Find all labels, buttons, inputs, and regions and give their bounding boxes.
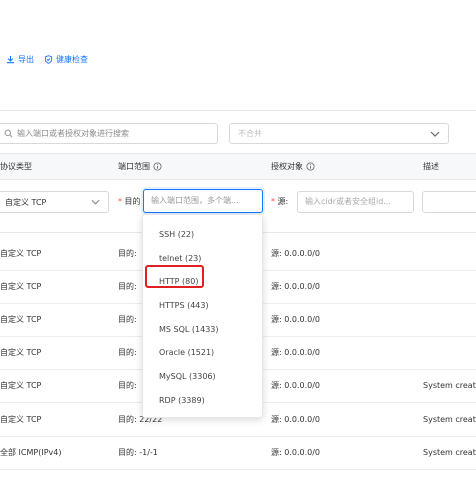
- auth-cell: 源: 0.0.0.0/0: [271, 249, 321, 258]
- header-protocol-label: 协议类型: [0, 162, 32, 171]
- protocol-select[interactable]: 自定义 TCP: [0, 191, 109, 213]
- source-label: * 源:: [271, 197, 289, 206]
- info-icon[interactable]: [306, 162, 315, 171]
- protocol-cell: 自定义 TCP: [0, 348, 42, 357]
- port-cell: 目的:: [118, 348, 137, 357]
- chevron-down-icon: [91, 199, 100, 205]
- search-icon: [4, 129, 13, 138]
- health-check-button[interactable]: 健康检查: [44, 54, 88, 65]
- auth-cell: 源: 0.0.0.0/0: [271, 448, 321, 457]
- protocol-cell: 全部 ICMP(IPv4): [0, 448, 62, 457]
- highlight-annotation: [145, 265, 204, 288]
- port-cell: 目的: -1/-1: [118, 448, 158, 457]
- port-cell: 目的:: [118, 381, 137, 390]
- port-dropdown: SSH (22) telnet (23) HTTP (80) HTTPS (44…: [142, 214, 263, 418]
- health-check-label: 健康检查: [56, 54, 88, 64]
- header-desc-label: 描述: [423, 162, 439, 171]
- auth-cell: 源: 0.0.0.0/0: [271, 315, 321, 324]
- port-cell: 目的:: [118, 315, 137, 324]
- toolbar: 导出 健康检查: [0, 52, 88, 66]
- search-input[interactable]: 输入端口或者授权对象进行搜索: [0, 123, 218, 144]
- info-icon[interactable]: [153, 162, 162, 171]
- protocol-select-value: 自定义 TCP: [5, 197, 47, 207]
- dropdown-item[interactable]: Oracle (1521): [143, 341, 262, 365]
- merge-select[interactable]: 不合并: [229, 123, 449, 144]
- header-auth-label: 授权对象: [271, 162, 303, 171]
- header-auth: 授权对象: [271, 154, 315, 179]
- desc-cell: System create: [423, 415, 476, 424]
- dropdown-item[interactable]: MySQL (3306): [143, 365, 262, 389]
- dropdown-item[interactable]: RDP (3389): [143, 389, 262, 413]
- description-input[interactable]: [422, 191, 476, 213]
- auth-cell: 源: 0.0.0.0/0: [271, 348, 321, 357]
- dropdown-item[interactable]: HTTPS (443): [143, 294, 262, 318]
- auth-cell: 源: 0.0.0.0/0: [271, 415, 321, 424]
- protocol-cell: 自定义 TCP: [0, 415, 42, 424]
- header-port-label: 端口范围: [118, 162, 150, 171]
- port-prefix: 目的: [124, 197, 141, 206]
- desc-cell: System create: [423, 381, 476, 390]
- dropdown-item[interactable]: SSH (22): [143, 223, 262, 247]
- dropdown-item[interactable]: MS SQL (1433): [143, 318, 262, 342]
- shield-check-icon: [44, 54, 53, 64]
- protocol-cell: 自定义 TCP: [0, 381, 42, 390]
- port-cell: 目的:: [118, 282, 137, 291]
- protocol-cell: 自定义 TCP: [0, 249, 42, 258]
- required-mark: *: [118, 197, 122, 206]
- download-icon: [6, 55, 15, 63]
- chevron-down-icon: [430, 131, 440, 137]
- auth-cell: 源: 0.0.0.0/0: [271, 282, 321, 291]
- table-row: 全部 ICMP(IPv4) 目的: -1/-1 源: 0.0.0.0/0 Sys…: [0, 437, 476, 470]
- header-desc: 描述: [423, 154, 439, 179]
- source-prefix: 源: [277, 197, 286, 206]
- search-placeholder: 输入端口或者授权对象进行搜索: [17, 129, 129, 138]
- table-header: 协议类型 端口范围 授权对象 描述: [0, 153, 476, 180]
- divider: [0, 110, 476, 111]
- protocol-cell: 自定义 TCP: [0, 282, 42, 291]
- cidr-input[interactable]: 输入cidr或者安全组id...: [297, 191, 414, 213]
- port-label: * 目的: [118, 191, 141, 213]
- desc-cell: System create: [423, 448, 476, 457]
- export-button[interactable]: 导出: [6, 54, 34, 65]
- auth-cell: 源: 0.0.0.0/0: [271, 381, 321, 390]
- header-port: 端口范围: [118, 154, 162, 179]
- protocol-cell: 自定义 TCP: [0, 315, 42, 324]
- required-mark: *: [271, 197, 275, 206]
- port-cell: 目的:: [118, 249, 137, 258]
- export-label: 导出: [18, 54, 34, 64]
- port-placeholder: 输入端口范围，多个端...: [151, 196, 239, 205]
- merge-select-value: 不合并: [238, 129, 262, 138]
- port-range-input[interactable]: 输入端口范围，多个端...: [143, 189, 263, 213]
- cidr-placeholder: 输入cidr或者安全组id...: [305, 197, 391, 206]
- header-protocol: 协议类型: [0, 154, 32, 179]
